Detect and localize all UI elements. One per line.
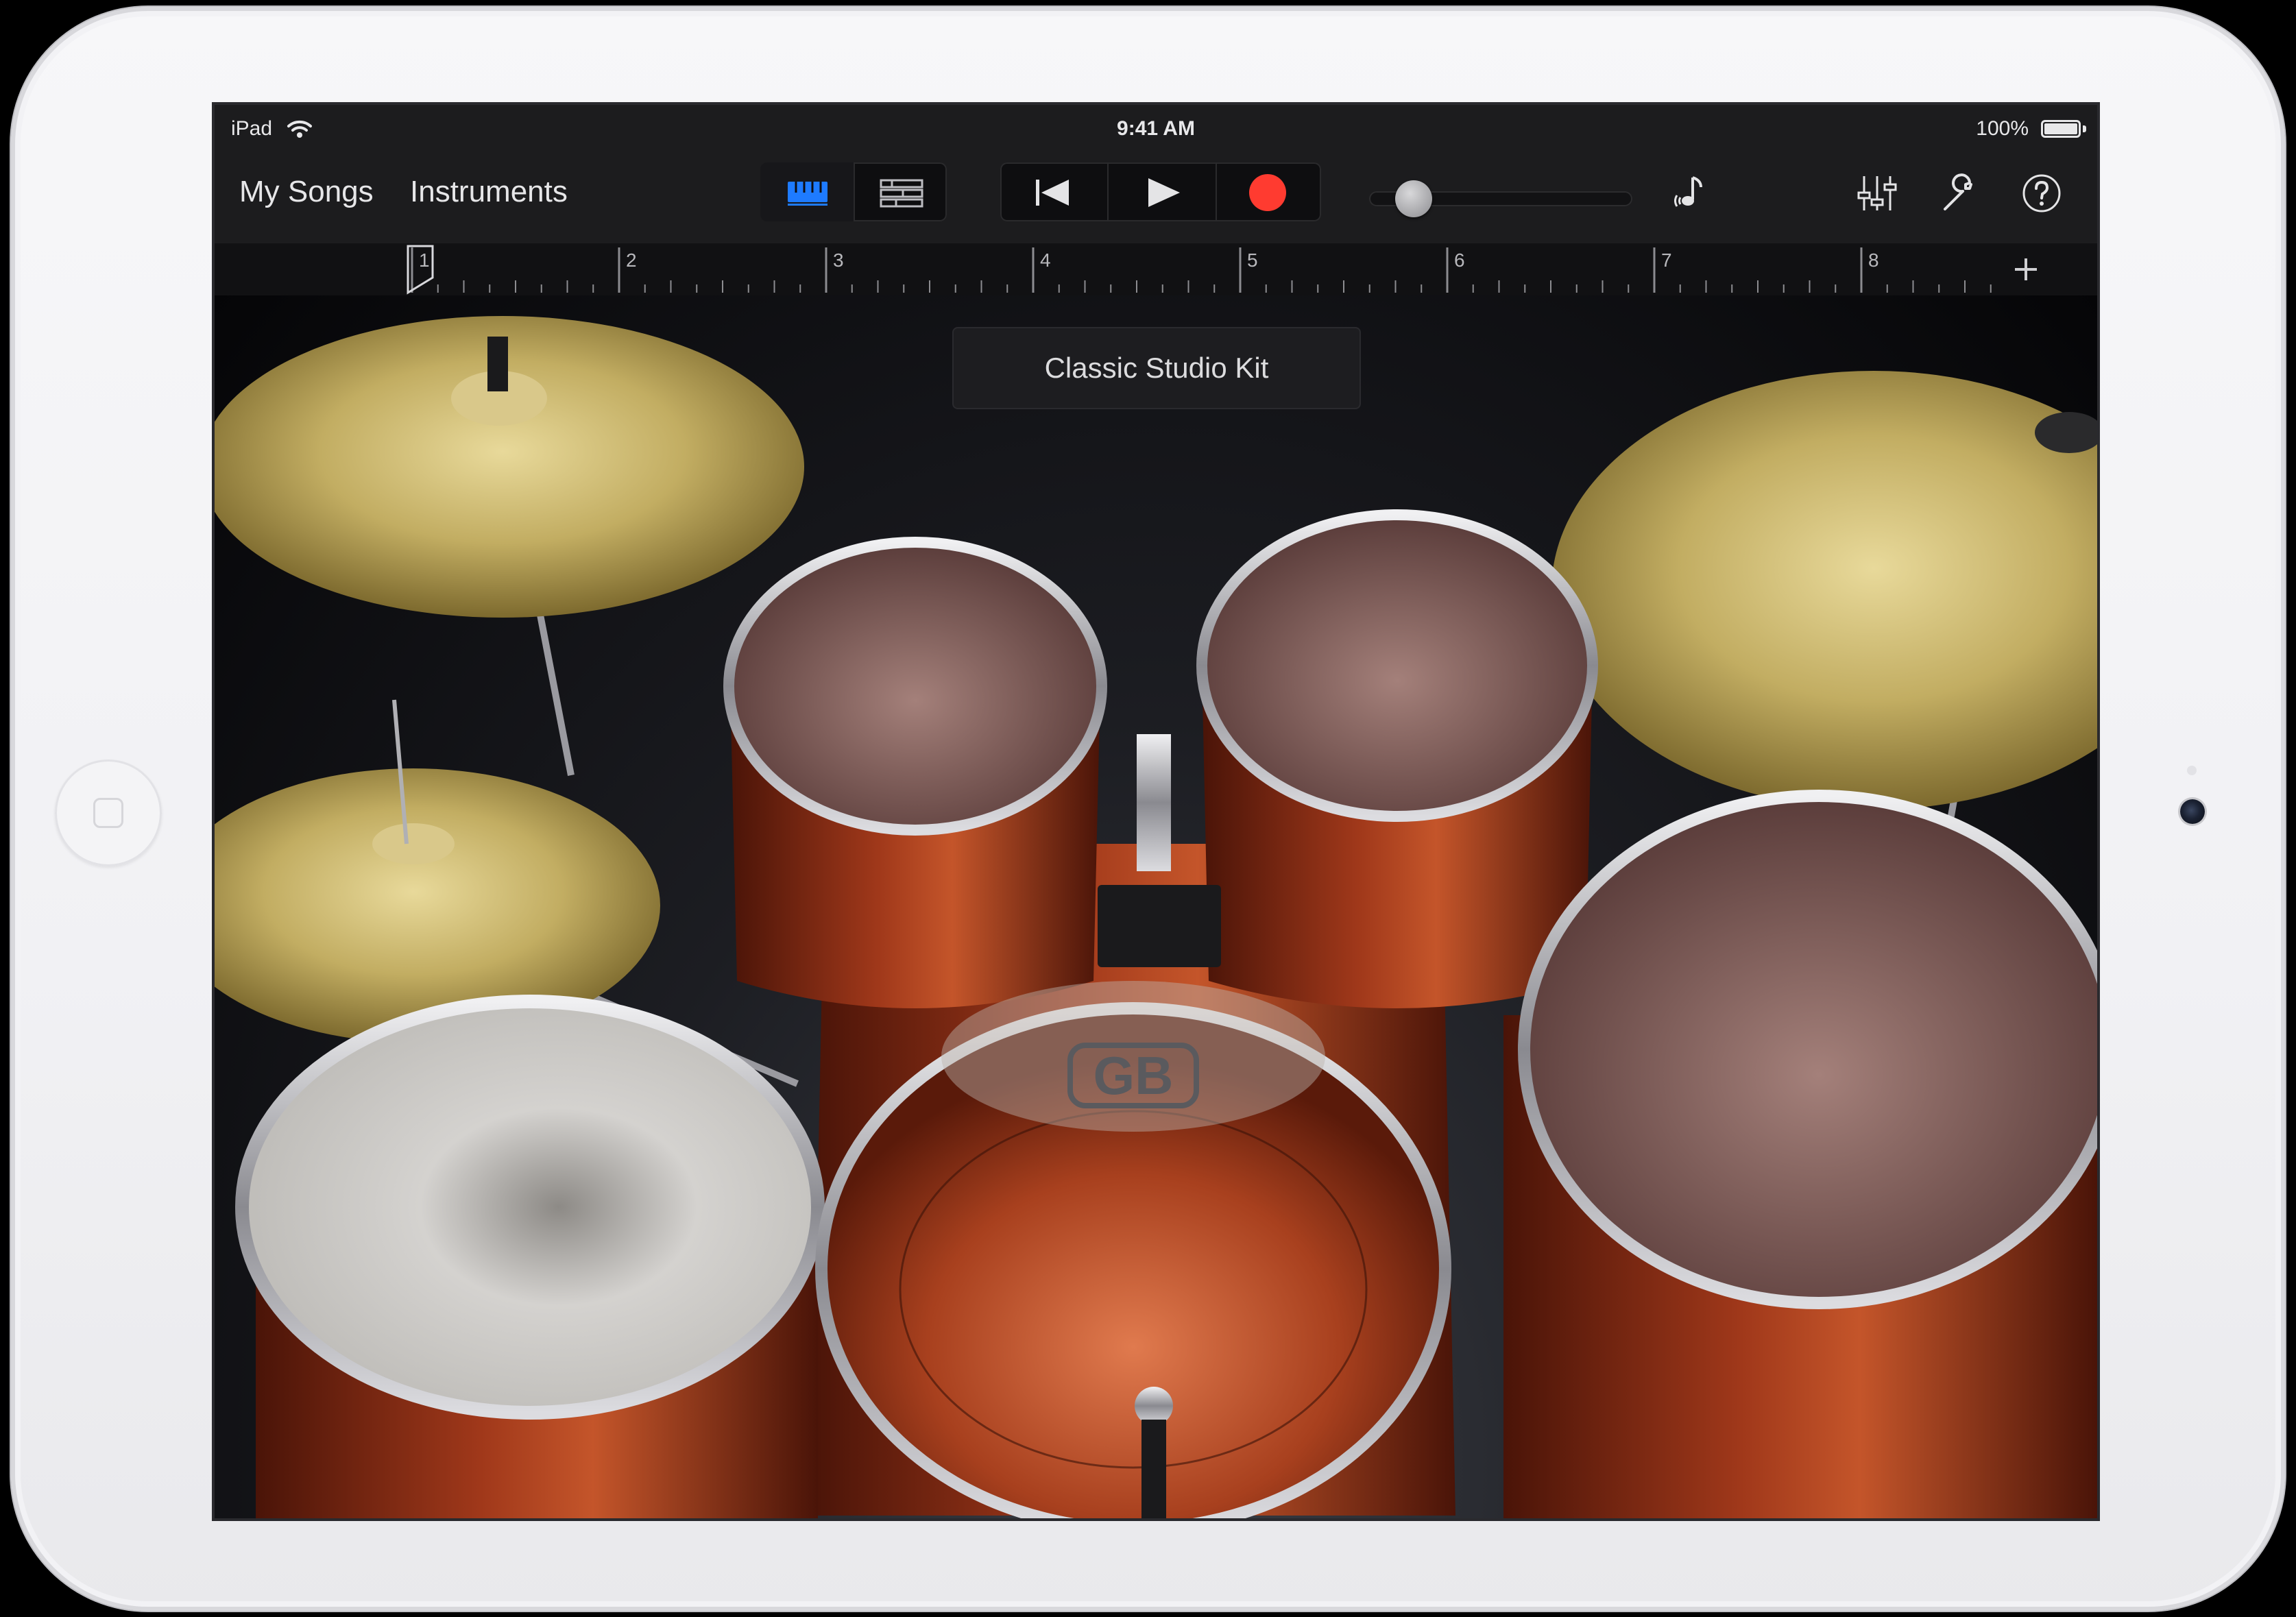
record-button[interactable] (1214, 162, 1321, 221)
ruler-bar-label: 8 (1868, 250, 1879, 271)
tom-left[interactable] (723, 537, 1107, 836)
rewind-button[interactable] (1000, 162, 1107, 221)
ruler-bar-label: 6 (1454, 250, 1465, 271)
ruler-bar-label: 2 (626, 250, 637, 271)
snare-drum[interactable] (235, 995, 825, 1420)
gb-logo: GB (1093, 1045, 1174, 1106)
status-bar: iPad 9:41 AM 100% (215, 105, 2097, 156)
status-time: 9:41 AM (1117, 117, 1195, 140)
metronome-icon[interactable] (1665, 169, 1713, 217)
list-view-icon (880, 179, 923, 208)
volume-knob[interactable] (1395, 180, 1433, 217)
mixer-icon[interactable] (1853, 169, 1901, 217)
view-segmented-control (760, 162, 947, 221)
crash-stand (533, 596, 575, 776)
battery-icon (2041, 120, 2081, 138)
drum-kit-illustration: GB (215, 316, 2097, 1518)
battery-tip (2083, 125, 2086, 132)
play-icon (1148, 178, 1180, 207)
ride-cymbal[interactable] (1551, 371, 2097, 810)
record-icon (1249, 174, 1286, 211)
kit-name-button[interactable]: Classic Studio Kit (954, 328, 1360, 408)
my-songs-button[interactable]: My Songs (239, 175, 374, 209)
plus-icon[interactable] (2004, 249, 2048, 290)
tracks-view-icon (788, 182, 827, 206)
home-square-icon (93, 798, 123, 828)
list-view-button[interactable] (854, 162, 948, 221)
wrench-icon[interactable] (1935, 169, 1983, 217)
play-button[interactable] (1107, 162, 1217, 221)
camera-icon (2180, 799, 2205, 824)
ruler-ticks: 1 2 3 4 5 6 7 8 (407, 245, 1992, 295)
camera-sensor (2187, 766, 2197, 775)
master-volume-slider[interactable] (1369, 180, 1632, 217)
home-button[interactable] (55, 759, 162, 866)
ruler-bar-label: 3 (833, 250, 844, 271)
floor-tom[interactable] (1518, 790, 2097, 1309)
battery-percent: 100% (1976, 117, 2029, 140)
timeline-ruler[interactable]: 1 2 3 4 5 6 7 8 (215, 243, 2097, 295)
crash-cymbal[interactable] (215, 316, 804, 618)
transport-controls (1000, 162, 1321, 221)
ruler-bar-label: 4 (1040, 250, 1051, 271)
ruler-bar-label: 1 (419, 250, 430, 271)
app-screen: iPad 9:41 AM 100% My Songs Instruments 1… (212, 102, 2100, 1521)
tom-right[interactable] (1196, 509, 1598, 822)
rewind-icon (1036, 180, 1069, 206)
drum-kit-stage: GB Classic Studio Kit (215, 295, 2097, 1518)
instruments-button[interactable]: Instruments (410, 175, 568, 209)
toolbar: My Songs Instruments (215, 156, 2097, 243)
tracks-view-button[interactable] (760, 162, 854, 221)
ruler-bar-label: 5 (1247, 250, 1258, 271)
ruler-bar-label: 7 (1661, 250, 1672, 271)
help-icon[interactable] (2018, 169, 2066, 217)
